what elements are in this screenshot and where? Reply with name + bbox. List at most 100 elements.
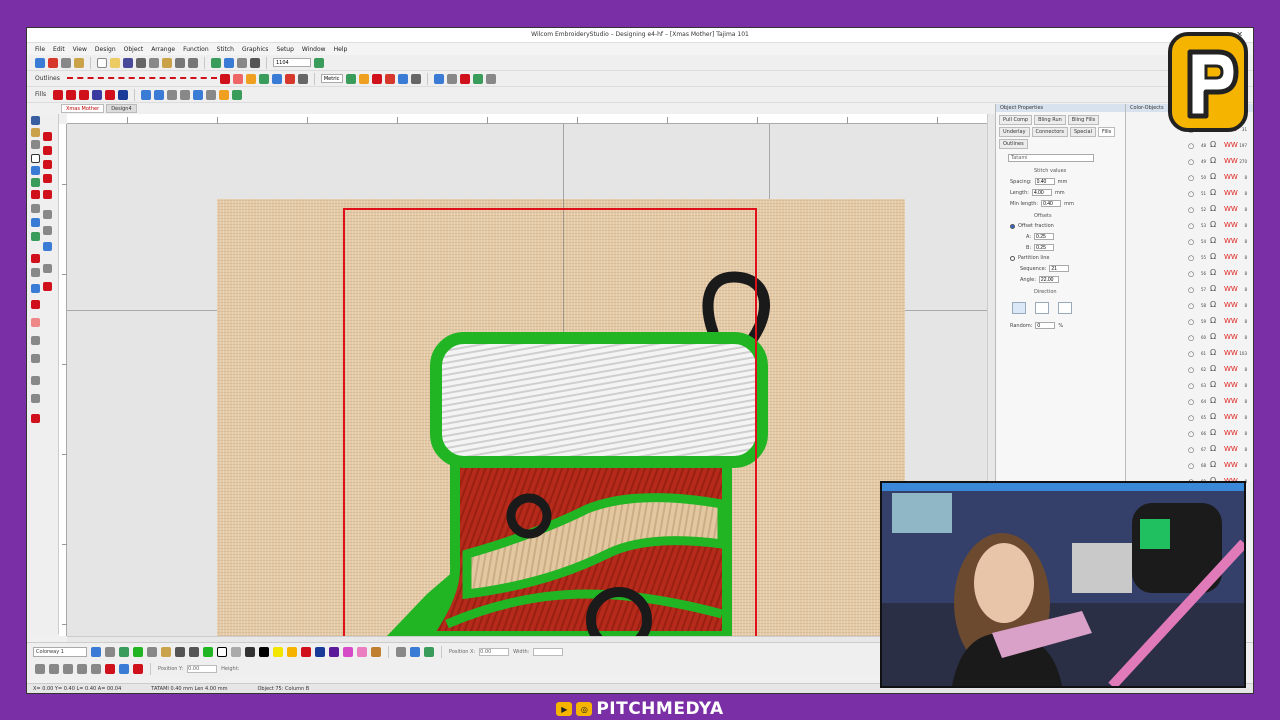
tab-special[interactable]: Special xyxy=(1069,127,1096,137)
cross-stitch-icon[interactable] xyxy=(105,89,116,100)
swatch-gold[interactable] xyxy=(287,646,297,657)
swatch-gray[interactable] xyxy=(231,646,241,657)
swatch-light-pink[interactable] xyxy=(357,646,367,657)
complex-fill-icon[interactable] xyxy=(284,73,295,84)
spacing-input[interactable] xyxy=(1034,178,1055,185)
color-object-row[interactable]: ○ 65 Ω WW 8 xyxy=(1126,412,1247,424)
add-color-icon[interactable] xyxy=(175,646,185,657)
color-object-row[interactable]: ○ 57 Ω WW 8 xyxy=(1126,284,1247,296)
swatch-yellow[interactable] xyxy=(273,646,283,657)
view-6-icon[interactable] xyxy=(105,663,115,674)
menu-arrange[interactable]: Arrange xyxy=(151,46,175,53)
menu-design[interactable]: Design xyxy=(95,46,116,53)
complex-turning-icon[interactable] xyxy=(43,174,52,183)
open-icon[interactable] xyxy=(74,57,84,68)
travel-icon[interactable] xyxy=(224,57,234,68)
print-icon[interactable] xyxy=(61,57,71,68)
ungroup-icon[interactable] xyxy=(180,89,191,100)
swatch-red[interactable] xyxy=(301,646,311,657)
new-doc-icon[interactable] xyxy=(97,57,107,68)
random-input[interactable] xyxy=(1035,322,1056,329)
swatch-black[interactable] xyxy=(259,646,269,657)
order-icon[interactable] xyxy=(206,89,217,100)
tab-pull-comp[interactable]: Pull Comp xyxy=(999,115,1033,125)
tab-underlay[interactable]: Underlay xyxy=(999,127,1030,137)
offset-fraction-radio[interactable] xyxy=(1010,223,1015,229)
info-icon[interactable] xyxy=(410,73,421,84)
view-5-icon[interactable] xyxy=(91,663,101,674)
swatch-dark[interactable] xyxy=(245,646,255,657)
color-icon[interactable] xyxy=(118,89,129,100)
color-object-row[interactable]: ○ 52 Ω WW 8 xyxy=(1126,204,1247,216)
color-object-row[interactable]: ○ 56 Ω WW 8 xyxy=(1126,268,1247,280)
connector-icon[interactable] xyxy=(31,376,40,385)
pen-icon[interactable] xyxy=(147,646,157,657)
applique-icon[interactable] xyxy=(433,73,444,84)
color-object-row[interactable]: ○ 55 Ω WW 8 xyxy=(1126,252,1247,264)
flip-icon[interactable] xyxy=(141,89,152,100)
save-icon[interactable] xyxy=(123,57,133,68)
design-canvas[interactable] xyxy=(67,124,987,636)
tab-outlines[interactable]: Outlines xyxy=(999,139,1028,149)
select-icon[interactable] xyxy=(31,116,40,125)
swatch-pink[interactable] xyxy=(343,646,353,657)
colorway-editor-icon[interactable] xyxy=(91,646,101,657)
view-4-icon[interactable] xyxy=(77,663,87,674)
color-object-row[interactable]: ○ 49 Ω WW 270 xyxy=(1126,156,1247,168)
offset-icon[interactable] xyxy=(43,264,52,273)
heart-tool-icon[interactable] xyxy=(31,318,40,327)
color-object-row[interactable]: ○ 58 Ω WW 8 xyxy=(1126,300,1247,312)
highlight-icon[interactable] xyxy=(219,89,230,100)
tab-bling-fills[interactable]: Bling Fills xyxy=(1067,115,1100,125)
menu-help[interactable]: Help xyxy=(334,46,348,53)
column-a-icon[interactable] xyxy=(43,132,52,141)
doc-tab-design4[interactable]: Design4 xyxy=(106,104,137,113)
menu-setup[interactable]: Setup xyxy=(276,46,293,53)
color-object-row[interactable]: ○ 60 Ω WW 8 xyxy=(1126,332,1247,344)
run-icon[interactable] xyxy=(232,73,243,84)
group-icon[interactable] xyxy=(167,89,178,100)
tab-connectors[interactable]: Connectors xyxy=(1031,127,1068,137)
fill-type-select[interactable]: Tatami xyxy=(1008,154,1094,162)
rotate-icon[interactable] xyxy=(154,89,165,100)
closest-join-icon[interactable] xyxy=(232,89,243,100)
stitch-edit-icon[interactable] xyxy=(31,354,40,363)
position-y-input[interactable]: 0.00 xyxy=(187,664,218,673)
pattern-fill-icon[interactable] xyxy=(79,89,90,100)
text-tool-icon[interactable] xyxy=(31,154,40,163)
view-2-icon[interactable] xyxy=(49,663,59,674)
pattern-tool-icon[interactable] xyxy=(31,284,40,293)
stop-icon[interactable] xyxy=(371,73,382,84)
width-input[interactable] xyxy=(533,647,564,656)
column-icon[interactable] xyxy=(258,73,269,84)
cut-icon[interactable] xyxy=(136,57,146,68)
view-3-icon[interactable] xyxy=(63,663,73,674)
menu-stitch[interactable]: Stitch xyxy=(217,46,234,53)
globe-icon[interactable] xyxy=(410,646,420,657)
redo-icon[interactable] xyxy=(188,57,198,68)
menu-object[interactable]: Object xyxy=(124,46,144,53)
menu-function[interactable]: Function xyxy=(183,46,209,53)
remove-color-icon[interactable] xyxy=(189,646,199,657)
position-x-input[interactable]: 0.00 xyxy=(479,647,510,656)
color-object-row[interactable]: ○ 50 Ω WW 8 xyxy=(1126,172,1247,184)
reshape-tool-icon[interactable] xyxy=(31,128,40,137)
copy-icon[interactable] xyxy=(149,57,159,68)
color-object-row[interactable]: ○ 67 Ω WW 8 xyxy=(1126,444,1247,456)
angle-input[interactable] xyxy=(1038,276,1059,283)
grid-icon[interactable] xyxy=(297,73,308,84)
swatch-green[interactable] xyxy=(133,646,143,657)
hole-icon[interactable] xyxy=(43,210,52,219)
knife-tool-icon[interactable] xyxy=(31,140,40,149)
min-length-input[interactable] xyxy=(1041,200,1062,207)
measure-tool-icon[interactable] xyxy=(31,336,40,345)
picker-icon[interactable] xyxy=(161,646,171,657)
color-object-row[interactable]: ○ 64 Ω WW 8 xyxy=(1126,396,1247,408)
zoom-select[interactable]: 1104 xyxy=(273,58,311,67)
rect-tool-icon[interactable] xyxy=(31,204,40,213)
fill-icon[interactable] xyxy=(271,73,282,84)
partition-radio[interactable] xyxy=(1010,255,1015,261)
motif-icon[interactable] xyxy=(92,89,103,100)
lock-icon[interactable] xyxy=(193,89,204,100)
outline-tool-icon[interactable] xyxy=(43,242,52,251)
